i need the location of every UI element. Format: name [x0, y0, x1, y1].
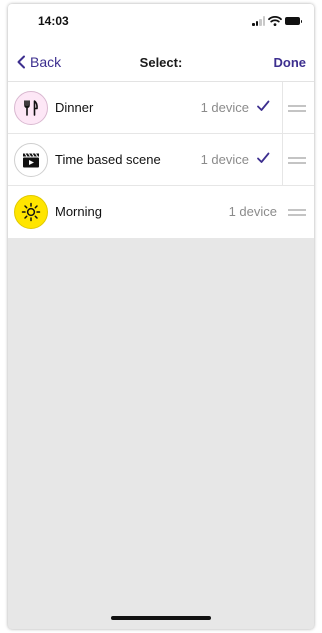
- row-divider: [282, 134, 283, 185]
- nav-bar: Back Select: Done: [8, 44, 314, 82]
- clapperboard-icon: [23, 153, 39, 168]
- checkmark-icon: [257, 100, 270, 111]
- status-time: 14:03: [38, 14, 69, 28]
- done-button[interactable]: Done: [274, 55, 307, 70]
- scene-name: Dinner: [55, 100, 94, 115]
- device-count: 1 device: [200, 100, 249, 115]
- time-based-icon-circle: [14, 143, 48, 177]
- scene-name: Morning: [55, 204, 102, 219]
- wifi-icon: [268, 16, 282, 26]
- sun-icon: [21, 202, 41, 222]
- dinner-icon-circle: [14, 91, 48, 125]
- signal-icon: [252, 16, 266, 26]
- scene-name: Time based scene: [55, 152, 161, 167]
- fork-knife-icon: [24, 100, 38, 116]
- scene-list: Dinner 1 device Time based scene 1 devic…: [8, 82, 314, 238]
- row-divider: [282, 82, 283, 133]
- scene-row-dinner[interactable]: Dinner 1 device: [8, 82, 314, 134]
- scene-row-time-based[interactable]: Time based scene 1 device: [8, 134, 314, 186]
- drag-handle-icon[interactable]: [288, 206, 306, 218]
- battery-icon: [285, 17, 302, 25]
- home-indicator[interactable]: [111, 616, 211, 620]
- drag-handle-icon[interactable]: [288, 102, 306, 114]
- device-count: 1 device: [228, 204, 277, 219]
- scene-row-morning[interactable]: Morning 1 device: [8, 186, 314, 238]
- status-bar: 14:03: [8, 4, 314, 44]
- device-count: 1 device: [200, 152, 249, 167]
- phone-screen: 14:03 Back Select: Done Dinner 1 device …: [8, 4, 314, 629]
- drag-handle-icon[interactable]: [288, 154, 306, 166]
- checkmark-icon: [257, 152, 270, 163]
- morning-icon-circle: [14, 195, 48, 229]
- page-title: Select:: [139, 55, 183, 70]
